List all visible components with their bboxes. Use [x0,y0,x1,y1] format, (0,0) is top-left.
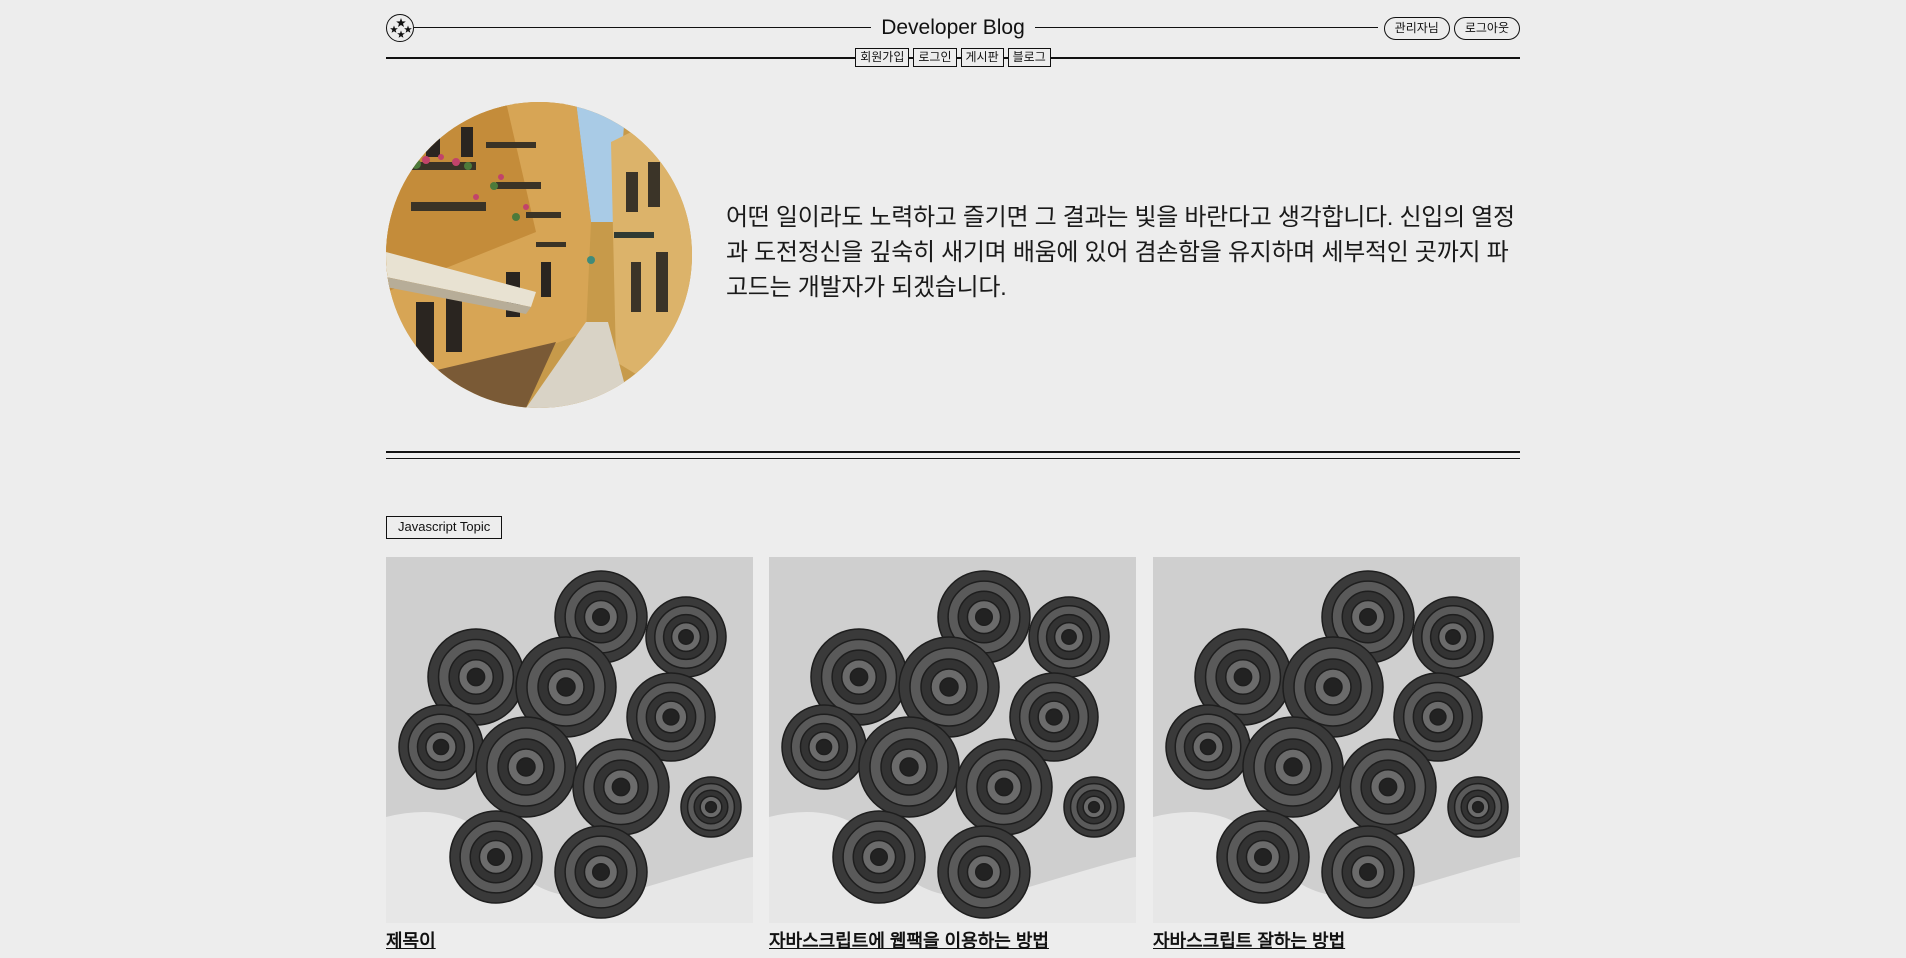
post-title-link[interactable]: 자바스크립트에 웹팩을 이용하는 방법 [769,929,1136,953]
post-card[interactable]: 자바스크립트에 웹팩을 이용하는 방법 [769,557,1136,953]
rose-shape [475,716,577,818]
rose-shape [955,738,1053,836]
rose-shape [1242,716,1344,818]
rose-shape [1028,596,1110,678]
section-divider-bottom [386,458,1520,459]
site-brand-wrap: Developer Blog [386,14,1520,42]
rose-shape [554,825,648,919]
rose-shape [858,716,960,818]
hero-intro-text: 어떤 일이라도 노력하고 즐기면 그 결과는 빛을 바란다고 생각합니다. 신입… [726,204,1515,301]
nav-item-login[interactable]: 로그인 [913,48,957,67]
post-card[interactable]: 제목이 [386,557,753,953]
street-photo [386,102,692,408]
nav-item-board[interactable]: 게시판 [960,48,1004,67]
post-title-link[interactable]: 제목이 [386,929,753,953]
post-thumbnail[interactable] [1153,557,1520,923]
header-rule-left [414,27,872,28]
roses-photo [386,557,753,923]
post-card[interactable]: 자바스크립트 잘하는 방법 [1153,557,1520,953]
site-brand[interactable]: Developer Blog [871,14,1035,42]
section-divider-top [386,451,1520,453]
logout-button[interactable]: 로그아웃 [1453,17,1520,40]
rose-shape [937,825,1031,919]
rose-shape [449,810,543,904]
post-card-grid: 제목이 자바스크립트에 웹팩을 이용하는 방법 자바스크립트 잘하는 방법 [386,557,1520,958]
nav-tabs: 회원가입 로그인 게시판 블로그 [386,48,1520,67]
logo[interactable] [386,14,414,42]
top-bar: Developer Blog 관리자님 로그아웃 [386,14,1520,42]
hero-street-image [386,102,692,408]
rose-shape [1216,810,1310,904]
rose-shape [1339,738,1437,836]
post-title-link[interactable]: 자바스크립트 잘하는 방법 [1153,929,1520,953]
main-nav: 회원가입 로그인 게시판 블로그 [386,48,1520,70]
nav-item-signup[interactable]: 회원가입 [855,48,910,67]
rose-shape [1412,596,1494,678]
rose-shape [1063,776,1125,838]
admin-button[interactable]: 관리자님 [1383,17,1450,40]
rose-shape [1321,825,1415,919]
rose-shape [781,704,867,790]
roses-photo [769,557,1136,923]
post-thumbnail[interactable] [386,557,753,923]
rose-shape [832,810,926,904]
star-circle-icon [390,18,412,38]
header-rule-right [1034,27,1378,28]
rose-shape [680,776,742,838]
topic-tag[interactable]: Javascript Topic [386,516,503,539]
roses-photo [1153,557,1520,923]
nav-item-blog[interactable]: 블로그 [1007,48,1051,67]
user-actions: 관리자님 로그아웃 [1377,17,1520,40]
rose-shape [398,704,484,790]
rose-shape [1165,704,1251,790]
rose-shape [572,738,670,836]
post-thumbnail[interactable] [769,557,1136,923]
rose-shape [1447,776,1509,838]
rose-shape [645,596,727,678]
